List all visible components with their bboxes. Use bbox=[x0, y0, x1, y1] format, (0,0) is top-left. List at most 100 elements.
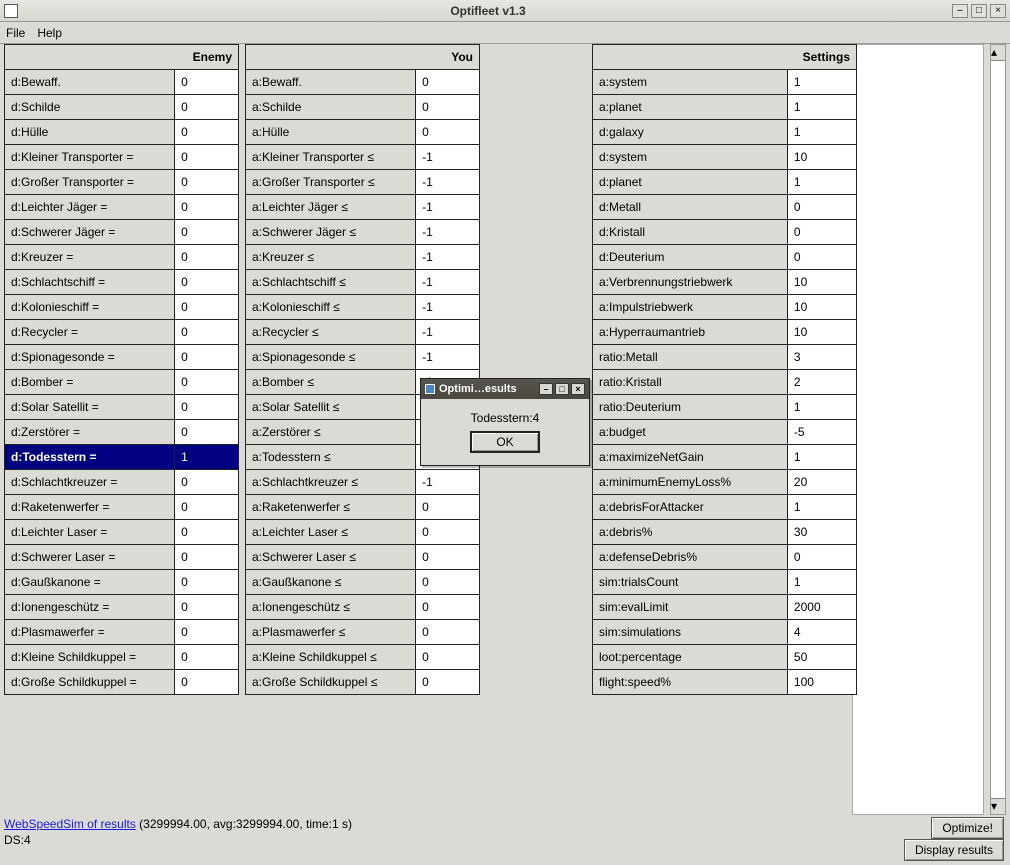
enemy-label[interactable]: d:Große Schildkuppel = bbox=[5, 670, 175, 695]
you-label[interactable]: a:Schilde bbox=[246, 95, 416, 120]
you-label[interactable]: a:Hülle bbox=[246, 120, 416, 145]
you-label[interactable]: a:Schwerer Jäger ≤ bbox=[246, 220, 416, 245]
enemy-label[interactable]: d:Bewaff. bbox=[5, 70, 175, 95]
you-value[interactable]: -1 bbox=[416, 320, 480, 345]
you-label[interactable]: a:Raketenwerfer ≤ bbox=[246, 495, 416, 520]
enemy-value[interactable]: 0 bbox=[175, 145, 239, 170]
you-value[interactable]: 0 bbox=[416, 120, 480, 145]
settings-row[interactable]: ratio:Kristall2 bbox=[593, 370, 857, 395]
you-row[interactable]: a:Leichter Laser ≤0 bbox=[246, 520, 480, 545]
enemy-row[interactable]: d:Ionengeschütz =0 bbox=[5, 595, 239, 620]
enemy-value[interactable]: 0 bbox=[175, 420, 239, 445]
you-row[interactable]: a:Kolonieschiff ≤-1 bbox=[246, 295, 480, 320]
settings-value[interactable]: 50 bbox=[787, 645, 856, 670]
enemy-label[interactable]: d:Leichter Laser = bbox=[5, 520, 175, 545]
settings-value[interactable]: 3 bbox=[787, 345, 856, 370]
settings-row[interactable]: a:Verbrennungstriebwerk10 bbox=[593, 270, 857, 295]
you-label[interactable]: a:Schlachtkreuzer ≤ bbox=[246, 470, 416, 495]
you-value[interactable]: -1 bbox=[416, 270, 480, 295]
enemy-value[interactable]: 0 bbox=[175, 470, 239, 495]
enemy-label[interactable]: d:Leichter Jäger = bbox=[5, 195, 175, 220]
dialog-close-button[interactable]: × bbox=[571, 383, 585, 395]
settings-row[interactable]: a:budget-5 bbox=[593, 420, 857, 445]
settings-label[interactable]: d:Kristall bbox=[593, 220, 788, 245]
settings-row[interactable]: a:defenseDebris%0 bbox=[593, 545, 857, 570]
enemy-label[interactable]: d:Schlachtkreuzer = bbox=[5, 470, 175, 495]
you-value[interactable]: 0 bbox=[416, 595, 480, 620]
you-value[interactable]: 0 bbox=[416, 520, 480, 545]
settings-label[interactable]: a:system bbox=[593, 70, 788, 95]
settings-row[interactable]: sim:evalLimit2000 bbox=[593, 595, 857, 620]
enemy-value[interactable]: 0 bbox=[175, 545, 239, 570]
you-value[interactable]: -1 bbox=[416, 145, 480, 170]
enemy-row[interactable]: d:Solar Satellit =0 bbox=[5, 395, 239, 420]
enemy-row[interactable]: d:Zerstörer =0 bbox=[5, 420, 239, 445]
settings-value[interactable]: 0 bbox=[787, 545, 856, 570]
settings-row[interactable]: a:debrisForAttacker1 bbox=[593, 495, 857, 520]
enemy-label[interactable]: d:Spionagesonde = bbox=[5, 345, 175, 370]
enemy-value[interactable]: 0 bbox=[175, 195, 239, 220]
settings-value[interactable]: 20 bbox=[787, 470, 856, 495]
enemy-row[interactable]: d:Leichter Jäger =0 bbox=[5, 195, 239, 220]
you-label[interactable]: a:Spionagesonde ≤ bbox=[246, 345, 416, 370]
enemy-row[interactable]: d:Große Schildkuppel =0 bbox=[5, 670, 239, 695]
settings-value[interactable]: 1 bbox=[787, 495, 856, 520]
settings-row[interactable]: flight:speed%100 bbox=[593, 670, 857, 695]
you-row[interactable]: a:Schlachtkreuzer ≤-1 bbox=[246, 470, 480, 495]
settings-row[interactable]: a:Impulstriebwerk10 bbox=[593, 295, 857, 320]
settings-label[interactable]: d:Metall bbox=[593, 195, 788, 220]
you-label[interactable]: a:Schlachtschiff ≤ bbox=[246, 270, 416, 295]
settings-label[interactable]: a:minimumEnemyLoss% bbox=[593, 470, 788, 495]
settings-row[interactable]: loot:percentage50 bbox=[593, 645, 857, 670]
settings-label[interactable]: sim:simulations bbox=[593, 620, 788, 645]
you-label[interactable]: a:Kleiner Transporter ≤ bbox=[246, 145, 416, 170]
enemy-label[interactable]: d:Solar Satellit = bbox=[5, 395, 175, 420]
settings-row[interactable]: d:system10 bbox=[593, 145, 857, 170]
settings-value[interactable]: 10 bbox=[787, 270, 856, 295]
you-row[interactable]: a:Kreuzer ≤-1 bbox=[246, 245, 480, 270]
you-row[interactable]: a:Schwerer Jäger ≤-1 bbox=[246, 220, 480, 245]
settings-label[interactable]: a:Impulstriebwerk bbox=[593, 295, 788, 320]
enemy-label[interactable]: d:Plasmawerfer = bbox=[5, 620, 175, 645]
settings-value[interactable]: 1 bbox=[787, 445, 856, 470]
settings-row[interactable]: d:planet1 bbox=[593, 170, 857, 195]
enemy-row[interactable]: d:Kolonieschiff =0 bbox=[5, 295, 239, 320]
settings-row[interactable]: a:planet1 bbox=[593, 95, 857, 120]
enemy-value[interactable]: 0 bbox=[175, 645, 239, 670]
settings-value[interactable]: 100 bbox=[787, 670, 856, 695]
enemy-label[interactable]: d:Schilde bbox=[5, 95, 175, 120]
you-label[interactable]: a:Recycler ≤ bbox=[246, 320, 416, 345]
settings-value[interactable]: 1 bbox=[787, 95, 856, 120]
settings-label[interactable]: a:debris% bbox=[593, 520, 788, 545]
you-row[interactable]: a:Plasmawerfer ≤0 bbox=[246, 620, 480, 645]
settings-value[interactable]: 4 bbox=[787, 620, 856, 645]
enemy-row[interactable]: d:Kreuzer =0 bbox=[5, 245, 239, 270]
you-row[interactable]: a:Schlachtschiff ≤-1 bbox=[246, 270, 480, 295]
settings-value[interactable]: 2 bbox=[787, 370, 856, 395]
settings-row[interactable]: d:galaxy1 bbox=[593, 120, 857, 145]
enemy-label[interactable]: d:Hülle bbox=[5, 120, 175, 145]
you-row[interactable]: a:Große Schildkuppel ≤0 bbox=[246, 670, 480, 695]
you-row[interactable]: a:Gaußkanone ≤0 bbox=[246, 570, 480, 595]
enemy-label[interactable]: d:Raketenwerfer = bbox=[5, 495, 175, 520]
enemy-row[interactable]: d:Hülle0 bbox=[5, 120, 239, 145]
settings-row[interactable]: sim:simulations4 bbox=[593, 620, 857, 645]
you-label[interactable]: a:Kreuzer ≤ bbox=[246, 245, 416, 270]
you-value[interactable]: 0 bbox=[416, 670, 480, 695]
enemy-value[interactable]: 0 bbox=[175, 595, 239, 620]
you-row[interactable]: a:Hülle0 bbox=[246, 120, 480, 145]
enemy-value[interactable]: 0 bbox=[175, 670, 239, 695]
enemy-value[interactable]: 0 bbox=[175, 270, 239, 295]
you-value[interactable]: 0 bbox=[416, 620, 480, 645]
enemy-row[interactable]: d:Raketenwerfer =0 bbox=[5, 495, 239, 520]
enemy-row[interactable]: d:Leichter Laser =0 bbox=[5, 520, 239, 545]
enemy-value[interactable]: 0 bbox=[175, 95, 239, 120]
enemy-value[interactable]: 0 bbox=[175, 70, 239, 95]
enemy-label[interactable]: d:Kreuzer = bbox=[5, 245, 175, 270]
settings-label[interactable]: a:debrisForAttacker bbox=[593, 495, 788, 520]
enemy-label[interactable]: d:Gaußkanone = bbox=[5, 570, 175, 595]
you-row[interactable]: a:Kleiner Transporter ≤-1 bbox=[246, 145, 480, 170]
dialog-minimize-button[interactable]: – bbox=[539, 383, 553, 395]
settings-row[interactable]: a:debris%30 bbox=[593, 520, 857, 545]
settings-row[interactable]: d:Kristall0 bbox=[593, 220, 857, 245]
